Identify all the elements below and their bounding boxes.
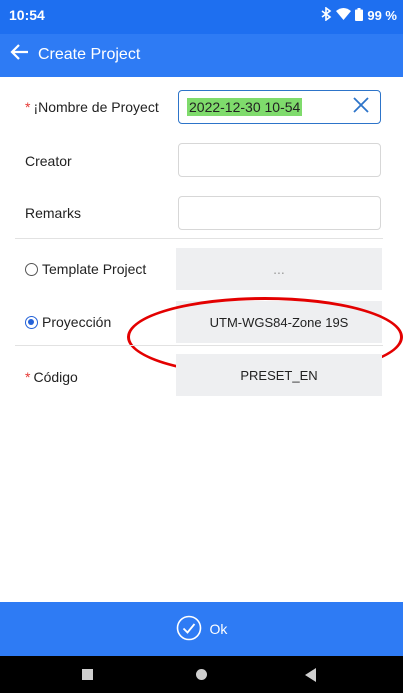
project-name-value: 2022-12-30 10-54 bbox=[187, 98, 303, 116]
check-circle-icon bbox=[176, 615, 202, 644]
status-icons: 99 % bbox=[321, 6, 397, 24]
template-project-label[interactable]: Template Project bbox=[42, 261, 146, 277]
bluetooth-icon bbox=[321, 6, 332, 24]
creator-input[interactable] bbox=[178, 143, 381, 177]
projection-label[interactable]: Proyección bbox=[42, 314, 111, 330]
remarks-label: Remarks bbox=[25, 205, 82, 221]
creator-label: Creator bbox=[25, 153, 72, 169]
template-project-radio[interactable] bbox=[25, 263, 38, 276]
wifi-icon bbox=[336, 8, 352, 23]
template-project-selector[interactable]: ... bbox=[176, 248, 382, 290]
required-marker: * bbox=[25, 99, 31, 115]
battery-icon bbox=[355, 7, 364, 24]
page-title: Create Project bbox=[38, 46, 141, 63]
code-selector[interactable]: PRESET_EN bbox=[176, 354, 382, 396]
projection-radio[interactable] bbox=[25, 316, 38, 329]
system-nav-bar bbox=[0, 656, 403, 693]
projection-selector[interactable]: UTM-WGS84-Zone 19S bbox=[176, 301, 382, 343]
code-label: * Código bbox=[25, 369, 78, 385]
divider bbox=[15, 238, 383, 239]
ok-button[interactable]: Ok bbox=[0, 602, 403, 656]
home-icon[interactable] bbox=[196, 669, 207, 680]
required-marker: * bbox=[25, 369, 31, 385]
project-name-input[interactable]: 2022-12-30 10-54 bbox=[178, 90, 381, 124]
ok-label: Ok bbox=[209, 621, 228, 637]
app-bar: Create Project bbox=[0, 34, 403, 77]
battery-level: 99 % bbox=[367, 8, 397, 23]
status-bar: 10:54 99 % bbox=[0, 0, 403, 34]
back-icon[interactable] bbox=[305, 668, 316, 682]
clear-icon[interactable] bbox=[350, 94, 372, 116]
arrow-left-icon[interactable] bbox=[10, 42, 30, 67]
status-time: 10:54 bbox=[9, 7, 45, 23]
project-name-label: * ¡Nombre de Proyect bbox=[25, 99, 159, 115]
divider bbox=[15, 345, 383, 346]
recents-icon[interactable] bbox=[82, 669, 93, 680]
remarks-input[interactable] bbox=[178, 196, 381, 230]
